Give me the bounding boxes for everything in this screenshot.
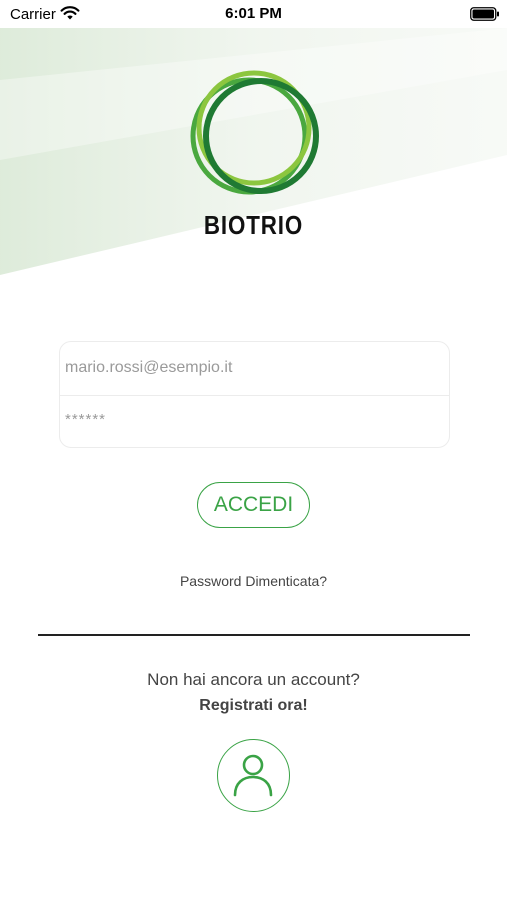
login-form [59,341,450,448]
brand-name: BIOTRIO [203,210,304,240]
password-field[interactable] [65,399,440,439]
no-account-text: Non hai ancora un account? [147,670,360,689]
status-time: 6:01 PM [225,5,282,22]
register-link[interactable]: Registrati ora! [0,697,507,715]
form-divider [60,395,449,396]
forgot-password-link[interactable]: Password Dimenticata? [0,573,507,589]
status-bar: Carrier 6:01 PM [0,0,507,28]
battery-icon [470,7,499,21]
login-button[interactable]: ACCEDI [197,482,310,528]
email-field[interactable] [65,348,440,388]
register-button[interactable] [217,739,290,812]
section-divider [38,634,470,636]
biotrio-logo [190,70,319,195]
user-icon [233,754,273,797]
